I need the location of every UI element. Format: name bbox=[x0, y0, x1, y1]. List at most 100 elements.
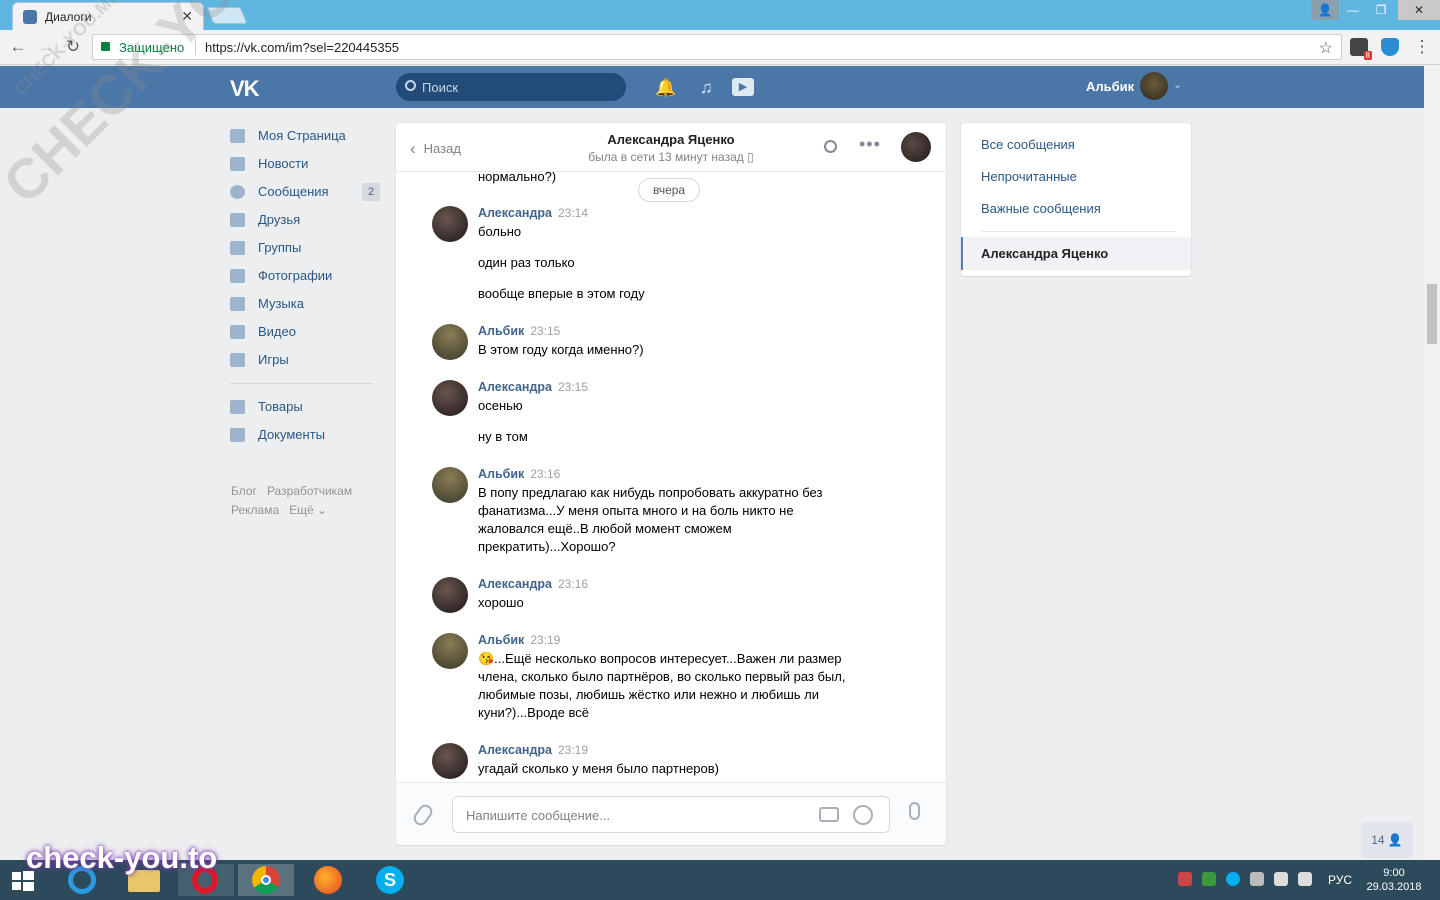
address-toolbar: ← → ↻ Защищено https://vk.com/im?sel=220… bbox=[0, 30, 1440, 65]
message-author[interactable]: Александра 23:19 bbox=[478, 743, 588, 757]
message-author[interactable]: Александра 23:14 bbox=[478, 206, 588, 220]
page-scrollbar[interactable] bbox=[1424, 66, 1440, 860]
avatar[interactable] bbox=[432, 577, 468, 613]
tray-skype-icon[interactable] bbox=[1226, 872, 1240, 886]
avatar[interactable] bbox=[432, 743, 468, 779]
footer-link-blog[interactable]: Блог bbox=[231, 484, 257, 498]
search-icon bbox=[405, 80, 416, 91]
message-author[interactable]: Александра 23:15 bbox=[478, 380, 588, 394]
forward-arrow-icon[interactable]: → bbox=[35, 36, 57, 58]
dialog-search-icon[interactable] bbox=[824, 140, 837, 153]
menu-item-market[interactable]: Товары bbox=[230, 393, 380, 421]
menu-item-my-page[interactable]: Моя Страница bbox=[230, 122, 380, 150]
message-text: больно bbox=[478, 224, 522, 239]
shield-extension-icon[interactable] bbox=[1381, 38, 1399, 56]
close-tab-icon[interactable]: ✕ bbox=[181, 8, 193, 25]
new-tab-button[interactable] bbox=[206, 7, 248, 24]
minimize-button[interactable]: — bbox=[1339, 0, 1367, 20]
bookmark-star-icon[interactable]: ☆ bbox=[1319, 38, 1333, 58]
message-text: прекратить)...Хорошо? bbox=[478, 539, 616, 554]
menu-item-photos[interactable]: Фотографии bbox=[230, 262, 380, 290]
music-note-icon bbox=[230, 297, 245, 311]
online-friends-counter[interactable]: 14 👤 bbox=[1361, 822, 1413, 858]
footer-link-more[interactable]: Ещё ⌄ bbox=[289, 503, 327, 517]
filter-all-messages[interactable]: Все сообщения bbox=[981, 137, 1075, 152]
footer-link-developers[interactable]: Разработчикам bbox=[267, 484, 352, 498]
microphone-icon[interactable] bbox=[909, 802, 920, 820]
scrollbar-thumb[interactable] bbox=[1427, 284, 1437, 344]
avatar[interactable] bbox=[432, 380, 468, 416]
address-bar[interactable]: Защищено https://vk.com/im?sel=220445355… bbox=[92, 34, 1342, 60]
message-text: жаловался ещё..В любой момент сможем bbox=[478, 521, 732, 536]
chrome-menu-icon[interactable]: ⋮ bbox=[1411, 36, 1433, 58]
gamepad-icon bbox=[230, 353, 245, 367]
menu-item-friends[interactable]: Друзья bbox=[230, 206, 380, 234]
tray-g-icon[interactable] bbox=[1202, 872, 1216, 886]
message-text: 😘...Ещё несколько вопросов интересует...… bbox=[478, 651, 842, 666]
menu-item-games[interactable]: Игры bbox=[230, 346, 380, 374]
url-text[interactable]: https://vk.com/im?sel=220445355 bbox=[205, 40, 399, 55]
message-composer bbox=[396, 782, 946, 845]
home-icon bbox=[230, 129, 245, 143]
extension-icon[interactable]: 8 bbox=[1350, 38, 1372, 60]
chrome-icon[interactable] bbox=[238, 864, 294, 896]
bell-icon[interactable]: 🔔 bbox=[655, 78, 676, 98]
filter-important[interactable]: Важные сообщения bbox=[981, 201, 1101, 216]
avatar[interactable] bbox=[432, 324, 468, 360]
emoji-icon[interactable] bbox=[853, 805, 873, 825]
message-input-box[interactable] bbox=[452, 796, 890, 833]
menu-item-music[interactable]: Музыка bbox=[230, 290, 380, 318]
profile-icon[interactable]: 👤 bbox=[1311, 0, 1339, 20]
peer-avatar[interactable] bbox=[901, 132, 931, 162]
avatar[interactable] bbox=[432, 633, 468, 669]
skype-icon[interactable]: S bbox=[362, 864, 418, 896]
header-avatar[interactable] bbox=[1140, 72, 1168, 100]
browser-tab[interactable]: Диалоги ✕ bbox=[12, 2, 204, 30]
message-author[interactable]: Альбик 23:19 bbox=[478, 633, 560, 647]
camera-icon[interactable] bbox=[819, 807, 839, 822]
more-actions-icon[interactable]: ••• bbox=[859, 134, 881, 155]
back-arrow-icon[interactable]: ← bbox=[7, 36, 29, 58]
document-icon bbox=[230, 428, 245, 442]
message-author[interactable]: Альбик 23:15 bbox=[478, 324, 560, 338]
menu-item-video[interactable]: Видео bbox=[230, 318, 380, 346]
footer-link-ads[interactable]: Реклама bbox=[231, 503, 279, 517]
message-time: 23:15 bbox=[557, 380, 589, 394]
music-icon[interactable]: ♫ bbox=[700, 78, 713, 98]
selected-dialog-item[interactable]: Александра Яценко bbox=[961, 237, 1191, 270]
message-author[interactable]: Альбик 23:16 bbox=[478, 467, 560, 481]
firefox-icon[interactable] bbox=[300, 864, 356, 896]
tray-volume-icon[interactable] bbox=[1298, 872, 1312, 886]
header-user-name[interactable]: Альбик bbox=[1086, 79, 1134, 94]
attach-paperclip-icon[interactable] bbox=[410, 801, 436, 829]
message-text: члена, сколько было партнёров, во скольк… bbox=[478, 669, 846, 684]
tray-network-icon[interactable] bbox=[1274, 872, 1288, 886]
message-author[interactable]: Александра 23:16 bbox=[478, 577, 588, 591]
filter-unread[interactable]: Непрочитанные bbox=[981, 169, 1077, 184]
play-icon[interactable]: ▶ bbox=[732, 78, 754, 96]
message-history[interactable]: нормально?) вчера Александра 23:14 больно… bbox=[396, 172, 946, 782]
menu-item-news[interactable]: Новости bbox=[230, 150, 380, 178]
menu-item-groups[interactable]: Группы bbox=[230, 234, 380, 262]
avatar[interactable] bbox=[432, 206, 468, 242]
chevron-down-icon[interactable]: ⌄ bbox=[1173, 78, 1182, 91]
search-box[interactable] bbox=[396, 73, 626, 101]
tray-flag-icon[interactable] bbox=[1250, 872, 1264, 886]
reload-icon[interactable]: ↻ bbox=[62, 36, 84, 58]
message-text: В попу предлагаю как нибудь попробовать … bbox=[478, 485, 823, 500]
restore-button[interactable]: ❐ bbox=[1367, 0, 1395, 20]
message-input[interactable] bbox=[466, 806, 806, 824]
message-text: вообще вперые в этом году bbox=[478, 286, 645, 301]
camera-icon bbox=[230, 269, 245, 283]
friends-icon bbox=[230, 213, 245, 227]
avatar[interactable] bbox=[432, 467, 468, 503]
vk-logo-icon[interactable]: VK bbox=[230, 76, 260, 102]
system-clock[interactable]: 9:00 29.03.2018 bbox=[1362, 866, 1426, 894]
close-window-button[interactable]: ✕ bbox=[1398, 0, 1440, 20]
message-text: любимые позы, любишь жёстко или нежно и … bbox=[478, 687, 820, 702]
menu-item-documents[interactable]: Документы bbox=[230, 421, 380, 449]
search-input[interactable] bbox=[422, 78, 612, 96]
menu-item-messages[interactable]: Сообщения 2 bbox=[230, 178, 380, 206]
input-language[interactable]: РУС bbox=[1328, 873, 1352, 887]
tray-app-icon[interactable] bbox=[1178, 872, 1192, 886]
